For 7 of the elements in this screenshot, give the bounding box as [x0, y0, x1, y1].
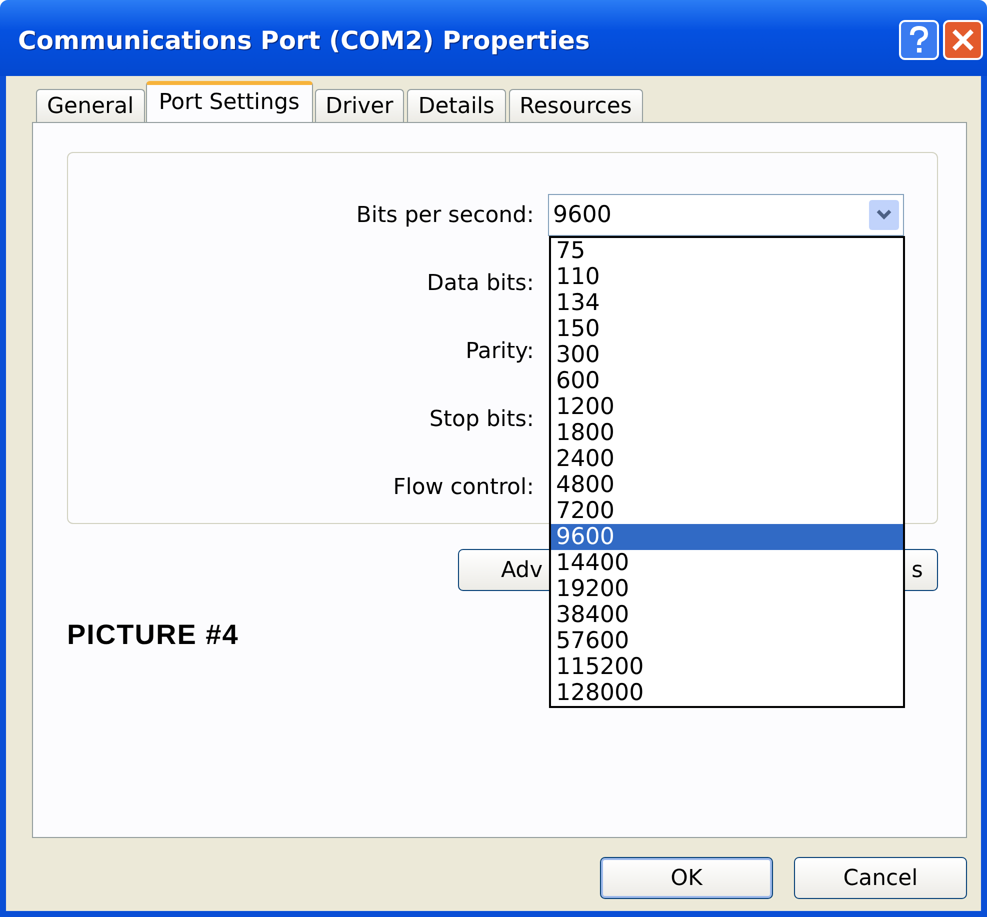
setting-label: Parity: — [464, 338, 534, 364]
setting-label: Stop bits: — [428, 406, 534, 432]
window-title: Communications Port (COM2) Properties — [18, 24, 590, 54]
setting-label: Data bits: — [426, 270, 534, 296]
caption-text: PICTURE #4 — [67, 619, 239, 651]
setting-label: Flow control: — [392, 474, 534, 500]
setting-label: Bits per second: — [355, 202, 534, 228]
